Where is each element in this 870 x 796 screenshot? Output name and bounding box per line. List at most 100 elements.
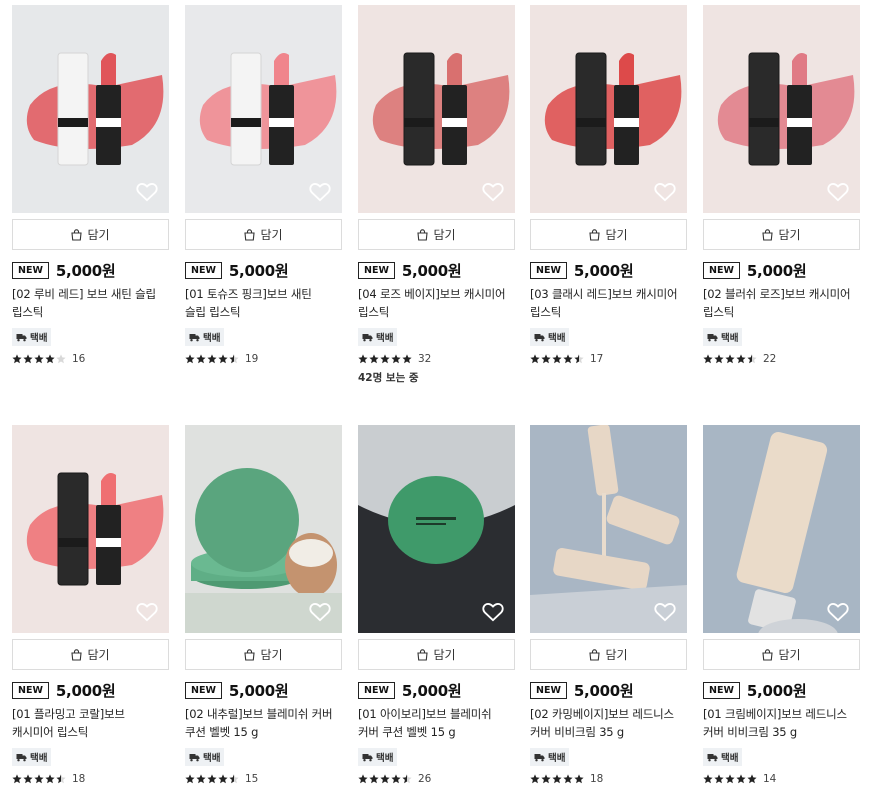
product-name[interactable]: [01 아이보리]보브 블레미쉬 커버 쿠션 벨벳 15 g (358, 706, 515, 741)
product-price: 5,000원 (55, 681, 116, 700)
product-name[interactable]: [01 크림베이지]보브 레드니스 커버 비비크림 35 g (703, 706, 860, 741)
star-rating (12, 774, 66, 784)
add-to-cart-label: 담기 (260, 228, 283, 242)
product-image[interactable] (12, 5, 169, 213)
shipping-badge: 택배 (703, 328, 743, 346)
wishlist-heart-icon[interactable] (482, 182, 504, 202)
star-icon (45, 354, 55, 364)
shipping-label: 택배 (203, 753, 221, 764)
add-to-cart-button[interactable]: 담기 (358, 219, 515, 250)
new-badge: NEW (185, 681, 222, 699)
add-to-cart-button[interactable]: 담기 (358, 639, 515, 670)
product-name-line1: [01 플라밍고 코랄]보브 (12, 707, 125, 721)
star-icon (391, 354, 401, 364)
star-icon (34, 354, 44, 364)
rating-row: 17 (530, 352, 687, 366)
price-row: NEW 5,000원 (12, 681, 169, 700)
truck-icon (189, 753, 200, 761)
star-icon (380, 774, 390, 784)
product-card[interactable]: 담기 NEW 5,000원 [01 크림베이지]보브 레드니스 커버 비비크림 … (703, 425, 860, 786)
product-card[interactable]: 담기 NEW 5,000원 [01 아이보리]보브 블레미쉬 커버 쿠션 벨벳 … (358, 425, 515, 786)
shopping-bag-icon (762, 648, 774, 661)
star-icon (703, 774, 713, 784)
product-image[interactable] (703, 5, 860, 213)
add-to-cart-button[interactable]: 담기 (12, 219, 169, 250)
new-badge: NEW (358, 681, 395, 699)
add-to-cart-button[interactable]: 담기 (703, 219, 860, 250)
product-name-line1: [01 아이보리]보브 블레미쉬 (358, 707, 492, 721)
rating-row: 14 (703, 772, 860, 786)
add-to-cart-button[interactable]: 담기 (185, 639, 342, 670)
product-grid: 담기 NEW 5,000원 [02 루비 레드] 보브 새틴 슬립 립스틱 택배 (0, 0, 870, 796)
product-image[interactable] (530, 5, 687, 213)
product-name[interactable]: [01 토슈즈 핑크]보브 새틴 슬립 립스틱 (185, 286, 342, 321)
shipping-badge: 택배 (185, 748, 225, 766)
product-name[interactable]: [02 블러쉬 로즈]보브 캐시미어 립스틱 (703, 286, 860, 321)
product-card[interactable]: 담기 NEW 5,000원 [03 클래시 레드]보브 캐시미어 립스틱 택배 (530, 5, 687, 366)
shipping-label: 택배 (721, 753, 739, 764)
product-name-line2: 립스틱 (530, 304, 562, 319)
product-image[interactable] (703, 425, 860, 633)
star-rating (12, 354, 66, 364)
wishlist-heart-icon[interactable] (654, 182, 676, 202)
wishlist-heart-icon[interactable] (827, 602, 849, 622)
star-icon (380, 354, 390, 364)
product-card[interactable]: 담기 NEW 5,000원 [01 토슈즈 핑크]보브 새틴 슬립 립스틱 택배 (185, 5, 342, 366)
wishlist-heart-icon[interactable] (654, 602, 676, 622)
star-icon (229, 354, 239, 364)
product-name[interactable]: [02 내추럴]보브 블레미쉬 커버 쿠션 벨벳 15 g (185, 706, 342, 741)
star-icon (402, 774, 412, 784)
product-card[interactable]: 담기 NEW 5,000원 [02 내추럴]보브 블레미쉬 커버 쿠션 벨벳 1… (185, 425, 342, 786)
product-price: 5,000원 (228, 681, 289, 700)
product-name[interactable]: [02 카밍베이지]보브 레드니스 커버 비비크림 35 g (530, 706, 687, 741)
product-card[interactable]: 담기 NEW 5,000원 [02 카밍베이지]보브 레드니스 커버 비비크림 … (530, 425, 687, 786)
wishlist-heart-icon[interactable] (482, 602, 504, 622)
product-card[interactable]: 담기 NEW 5,000원 [01 플라밍고 코랄]보브 캐시미어 립스틱 택배 (12, 425, 169, 786)
add-to-cart-button[interactable]: 담기 (703, 639, 860, 670)
product-image[interactable] (358, 425, 515, 633)
review-count: 22 (763, 353, 777, 365)
wishlist-heart-icon[interactable] (309, 182, 331, 202)
shopping-bag-icon (762, 228, 774, 241)
star-rating (185, 774, 239, 784)
product-image[interactable] (12, 425, 169, 633)
add-to-cart-button[interactable]: 담기 (530, 219, 687, 250)
product-name[interactable]: [02 루비 레드] 보브 새틴 슬립 립스틱 (12, 286, 169, 321)
star-rating (358, 774, 412, 784)
product-name[interactable]: [03 클래시 레드]보브 캐시미어 립스틱 (530, 286, 687, 321)
product-card[interactable]: 담기 NEW 5,000원 [02 블러쉬 로즈]보브 캐시미어 립스틱 택배 (703, 5, 860, 366)
add-to-cart-button[interactable]: 담기 (185, 219, 342, 250)
wishlist-heart-icon[interactable] (136, 602, 158, 622)
product-name[interactable]: [01 플라밍고 코랄]보브 캐시미어 립스틱 (12, 706, 169, 741)
wishlist-heart-icon[interactable] (309, 602, 331, 622)
product-name-line2: 슬립 립스틱 (185, 304, 241, 319)
product-name-line1: [01 토슈즈 핑크]보브 새틴 (185, 287, 312, 301)
product-image[interactable] (358, 5, 515, 213)
star-icon (574, 354, 584, 364)
add-to-cart-button[interactable]: 담기 (530, 639, 687, 670)
product-card[interactable]: 담기 NEW 5,000원 [02 루비 레드] 보브 새틴 슬립 립스틱 택배 (12, 5, 169, 366)
price-row: NEW 5,000원 (530, 681, 687, 700)
add-to-cart-button[interactable]: 담기 (12, 639, 169, 670)
product-name-line2: 립스틱 (12, 304, 44, 319)
product-name-line1: [02 카밍베이지]보브 레드니스 (530, 707, 674, 721)
product-image[interactable] (185, 425, 342, 633)
review-count: 18 (590, 773, 604, 785)
add-to-cart-label: 담기 (605, 228, 628, 242)
star-icon (12, 354, 22, 364)
shopping-bag-icon (71, 228, 83, 241)
product-image[interactable] (185, 5, 342, 213)
price-row: NEW 5,000원 (12, 261, 169, 280)
star-rating (185, 354, 239, 364)
truck-icon (16, 333, 27, 341)
wishlist-heart-icon[interactable] (827, 182, 849, 202)
wishlist-heart-icon[interactable] (136, 182, 158, 202)
shipping-badge: 택배 (358, 748, 398, 766)
product-card[interactable]: 담기 NEW 5,000원 [04 로즈 베이지]보브 캐시미어 립스틱 택배 (358, 5, 515, 385)
shipping-badge: 택배 (703, 748, 743, 766)
shopping-bag-icon (244, 228, 256, 241)
star-icon (541, 774, 551, 784)
product-image[interactable] (530, 425, 687, 633)
product-name[interactable]: [04 로즈 베이지]보브 캐시미어 립스틱 (358, 286, 515, 321)
star-icon (747, 774, 757, 784)
